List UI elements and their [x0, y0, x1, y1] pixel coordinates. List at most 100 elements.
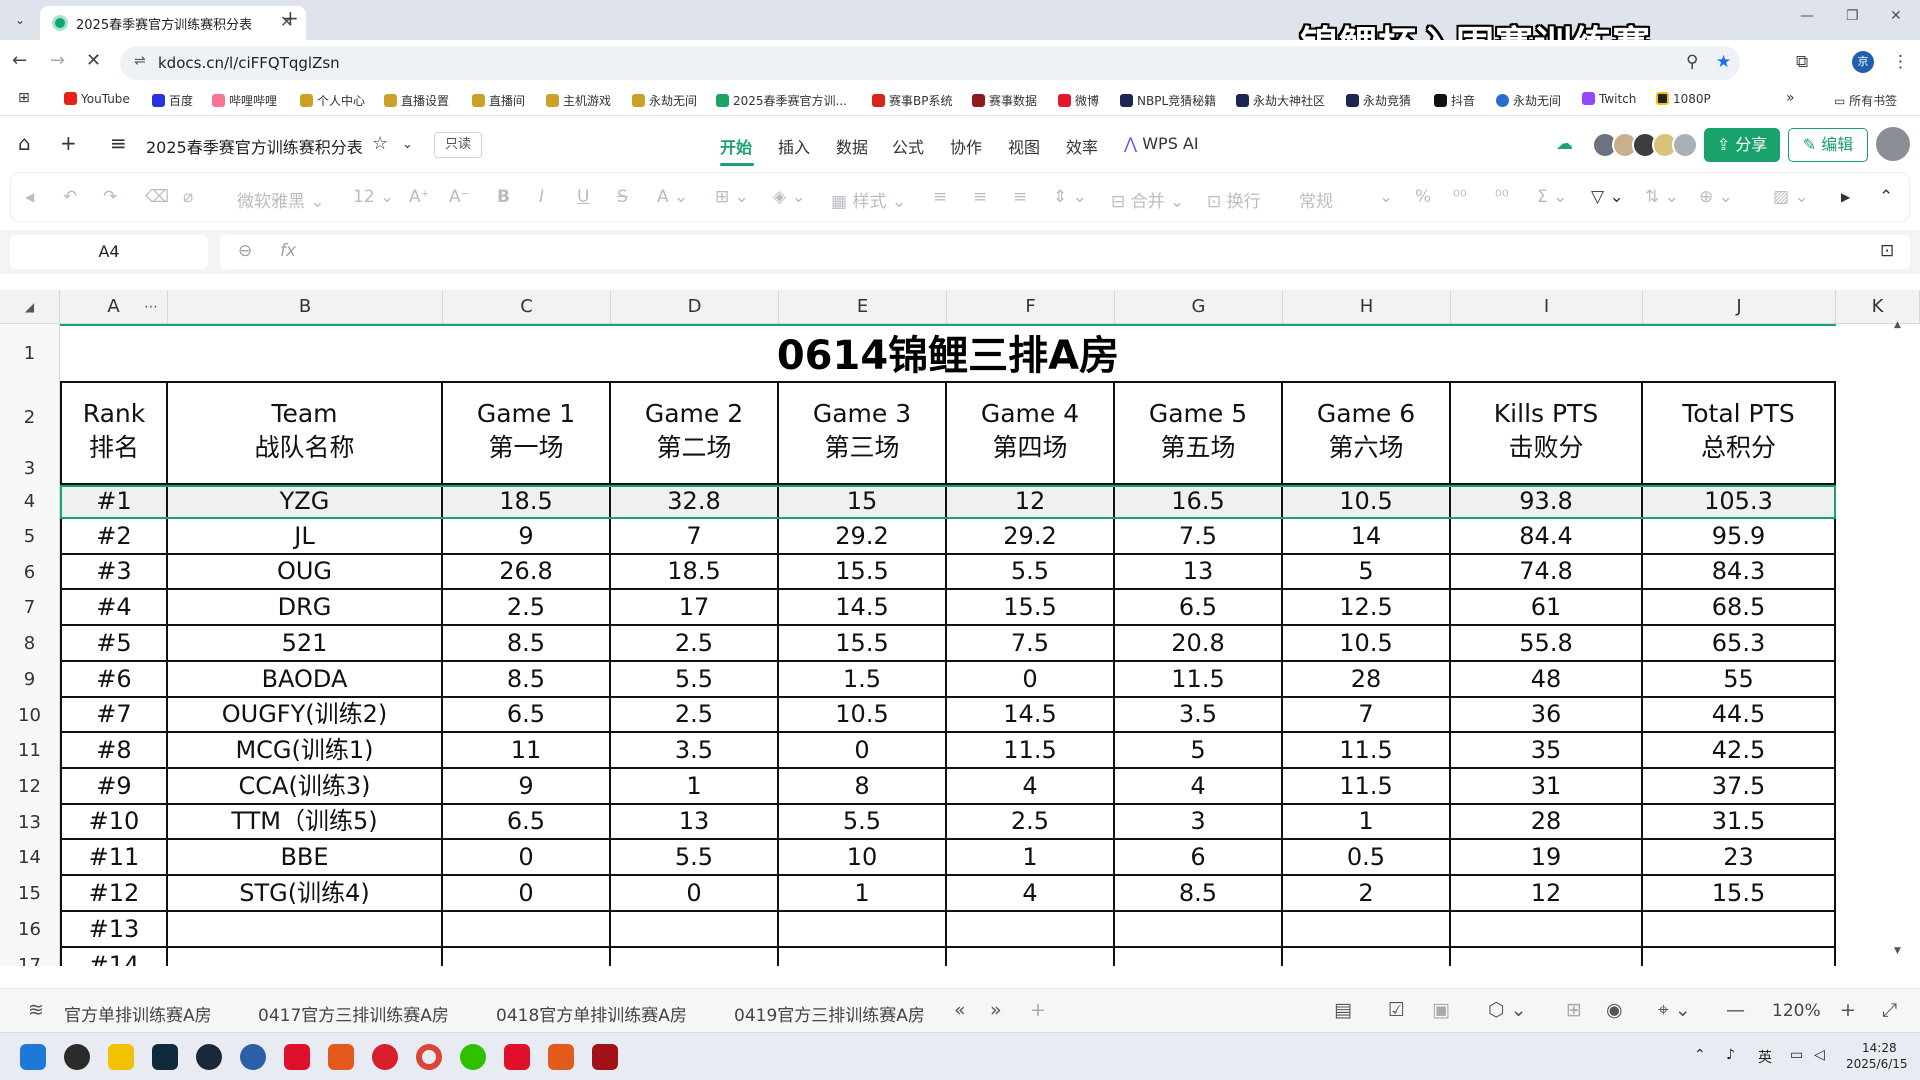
score-cell[interactable]: 12: [947, 485, 1115, 519]
rank-cell[interactable]: #13: [60, 912, 168, 948]
score-cell[interactable]: 3: [1115, 805, 1283, 840]
row-header-14[interactable]: 14: [0, 840, 60, 876]
score-cell[interactable]: 19: [1451, 840, 1643, 876]
minimize-icon[interactable]: —: [1800, 8, 1814, 24]
prev-sheets-icon[interactable]: «: [954, 999, 966, 1021]
decrease-font-icon[interactable]: A⁻: [449, 187, 470, 207]
redo-icon[interactable]: ↷: [103, 187, 117, 207]
steam-icon[interactable]: [196, 1044, 222, 1070]
scroll-up-icon[interactable]: ▲: [1894, 320, 1901, 330]
score-cell[interactable]: [1643, 912, 1836, 948]
score-cell[interactable]: 28: [1451, 805, 1643, 840]
score-cell[interactable]: 7: [1283, 698, 1451, 733]
score-cell[interactable]: 1.5: [779, 662, 947, 698]
row-header-4[interactable]: 4: [0, 485, 60, 519]
sheet-tab[interactable]: 0417官方三排训练赛A房: [258, 1001, 449, 1026]
header-cell[interactable]: Game 5 第五场: [1115, 383, 1283, 485]
header-cell[interactable]: Game 3 第三场: [779, 383, 947, 485]
clear-format-icon[interactable]: ⌀: [183, 187, 193, 207]
zoom-level[interactable]: 120%: [1772, 1001, 1821, 1021]
row-header-16[interactable]: 16: [0, 912, 60, 948]
sheet-list-icon[interactable]: ≋: [28, 999, 44, 1021]
row-header-8[interactable]: 8: [0, 626, 60, 662]
row-header-5[interactable]: 5: [0, 519, 60, 555]
bookmark-item[interactable]: 2025春季赛官方训...: [716, 92, 847, 109]
score-cell[interactable]: 74.8: [1451, 555, 1643, 590]
bookmark-item[interactable]: 赛事数据: [972, 92, 1037, 109]
netease-music-icon[interactable]: [372, 1044, 398, 1070]
score-cell[interactable]: [1115, 948, 1283, 966]
vertical-align-icon[interactable]: ⇕ ⌄: [1053, 187, 1087, 207]
score-cell[interactable]: 14: [1283, 519, 1451, 555]
rank-cell[interactable]: #5: [60, 626, 168, 662]
bookmark-item[interactable]: 1080P: [1656, 92, 1711, 106]
bookmark-item[interactable]: 微博: [1058, 92, 1099, 109]
rank-cell[interactable]: #1: [60, 485, 168, 519]
scroll-left-icon[interactable]: ◀: [25, 190, 34, 204]
team-cell[interactable]: YZG: [168, 485, 443, 519]
score-cell[interactable]: 5.5: [779, 805, 947, 840]
rank-cell[interactable]: #12: [60, 876, 168, 912]
score-cell[interactable]: 5.5: [611, 840, 779, 876]
bookmark-item[interactable]: NBPL竞猜秘籍: [1120, 92, 1216, 109]
share-button[interactable]: ⇪ 分享: [1704, 128, 1780, 162]
focus-icon[interactable]: ⌖ ⌄: [1658, 999, 1691, 1021]
bookmark-item[interactable]: 永劫大神社区: [1236, 92, 1325, 109]
score-cell[interactable]: 5: [1283, 555, 1451, 590]
formula-input[interactable]: ⊖ fx ⊡: [220, 235, 1910, 269]
score-cell[interactable]: 15.5: [779, 626, 947, 662]
score-cell[interactable]: 44.5: [1643, 698, 1836, 733]
score-cell[interactable]: [1451, 912, 1643, 948]
score-cell[interactable]: 29.2: [779, 519, 947, 555]
vertical-scrollbar[interactable]: ▲ ▼: [1894, 320, 1906, 960]
next-sheets-icon[interactable]: »: [990, 999, 1002, 1021]
row-header-3[interactable]: 3: [0, 452, 60, 485]
chevron-down-icon[interactable]: ⌄: [402, 137, 413, 152]
score-cell[interactable]: 48: [1451, 662, 1643, 698]
rank-cell[interactable]: #7: [60, 698, 168, 733]
sheet-title[interactable]: 0614锦鲤三排A房: [60, 324, 1836, 383]
score-cell[interactable]: 14.5: [779, 590, 947, 626]
column-header-f[interactable]: F: [947, 290, 1115, 324]
bookmark-item[interactable]: Twitch: [1582, 92, 1636, 106]
app-icon[interactable]: [152, 1044, 178, 1070]
team-cell[interactable]: OUGFY(训练2): [168, 698, 443, 733]
score-cell[interactable]: 29.2: [947, 519, 1115, 555]
score-cell[interactable]: 8: [779, 769, 947, 805]
zoom-formula-icon[interactable]: ⊖: [238, 241, 252, 261]
bold-icon[interactable]: B: [497, 187, 510, 207]
score-cell[interactable]: 93.8: [1451, 485, 1643, 519]
score-cell[interactable]: [1643, 948, 1836, 966]
score-cell[interactable]: 7.5: [947, 626, 1115, 662]
clock-date[interactable]: 2025/6/15: [1846, 1057, 1908, 1071]
team-cell[interactable]: BBE: [168, 840, 443, 876]
rank-cell[interactable]: #14: [60, 948, 168, 966]
score-cell[interactable]: 5: [1115, 733, 1283, 769]
score-cell[interactable]: 68.5: [1643, 590, 1836, 626]
spreadsheet-grid[interactable]: ◢ A B C D E F G H I J K ⋯ 1 2 3 4 5 6 7 8 9 10 11 12 13 14 15 16 17…: [0, 290, 1920, 966]
score-cell[interactable]: 84.3: [1643, 555, 1836, 590]
back-icon[interactable]: ←: [12, 50, 27, 71]
score-cell[interactable]: 8.5: [1115, 876, 1283, 912]
extensions-icon[interactable]: ⧉: [1796, 52, 1808, 72]
score-cell[interactable]: 1: [611, 769, 779, 805]
browser-menu-icon[interactable]: ⋮: [1892, 52, 1909, 72]
site-info-icon[interactable]: ⇌: [134, 53, 146, 69]
window-close-icon[interactable]: ✕: [1890, 8, 1902, 24]
row-header-1[interactable]: 1: [0, 324, 60, 383]
filter-icon[interactable]: ▽ ⌄: [1591, 187, 1624, 207]
row-header-12[interactable]: 12: [0, 769, 60, 805]
chrome-icon[interactable]: [416, 1044, 442, 1070]
team-cell[interactable]: TTM（训练5): [168, 805, 443, 840]
score-cell[interactable]: [611, 948, 779, 966]
app-icon[interactable]: [284, 1044, 310, 1070]
score-cell[interactable]: 23: [1643, 840, 1836, 876]
align-left-icon[interactable]: ≡: [933, 187, 947, 207]
user-avatar[interactable]: [1876, 127, 1910, 161]
app-icon[interactable]: [592, 1044, 618, 1070]
app-icon[interactable]: [328, 1044, 354, 1070]
score-cell[interactable]: 37.5: [1643, 769, 1836, 805]
strikethrough-icon[interactable]: S: [617, 187, 628, 207]
score-cell[interactable]: 1: [779, 876, 947, 912]
score-cell[interactable]: 28: [1283, 662, 1451, 698]
